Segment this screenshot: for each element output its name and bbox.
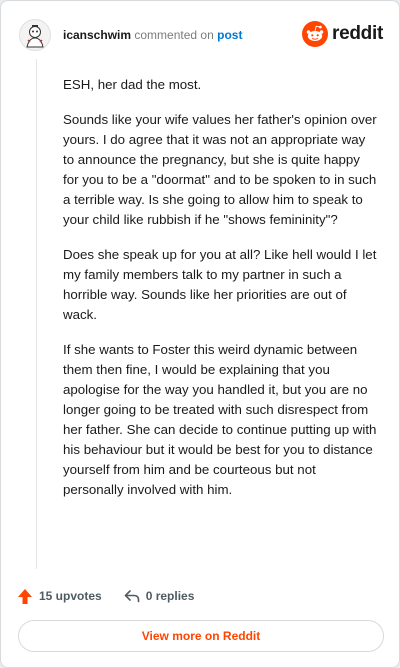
username-link[interactable]: icanschwim — [63, 28, 131, 42]
action-text: commented on — [134, 28, 214, 42]
comment-paragraph: If she wants to Foster this weird dynami… — [63, 342, 377, 497]
avatar-illustration-icon — [26, 25, 44, 48]
view-more-button[interactable]: View more on Reddit — [18, 620, 384, 652]
comment-body: ESH, her dad the most. Sounds like your … — [63, 75, 379, 515]
reddit-wordmark: reddit — [332, 23, 383, 44]
comment-paragraph: Sounds like your wife values her father'… — [63, 112, 377, 227]
reply-arrow-icon — [124, 590, 140, 603]
reply-button[interactable]: 0 replies — [124, 589, 195, 603]
comment-paragraph: Does she speak up for you at all? Like h… — [63, 247, 377, 322]
upvote-count: 15 upvotes — [39, 589, 102, 603]
comment-paragraph: ESH, her dad the most. — [63, 77, 202, 92]
comment-actions: 15 upvotes 0 replies — [17, 585, 216, 607]
upvote-button[interactable]: 15 upvotes — [17, 588, 102, 605]
post-link[interactable]: post — [217, 28, 242, 42]
user-avatar[interactable] — [19, 19, 51, 51]
reddit-logo-icon — [302, 21, 329, 47]
embedded-comment-card: icanschwim commented on post reddit ESH,… — [0, 0, 400, 668]
reddit-brand[interactable]: reddit — [302, 21, 383, 47]
upvote-arrow-icon — [18, 588, 32, 604]
comment-header: icanschwim commented on post reddit — [19, 17, 383, 53]
comment-meta: icanschwim commented on post — [63, 27, 242, 43]
thread-line — [36, 59, 37, 569]
reply-count: 0 replies — [145, 589, 195, 603]
